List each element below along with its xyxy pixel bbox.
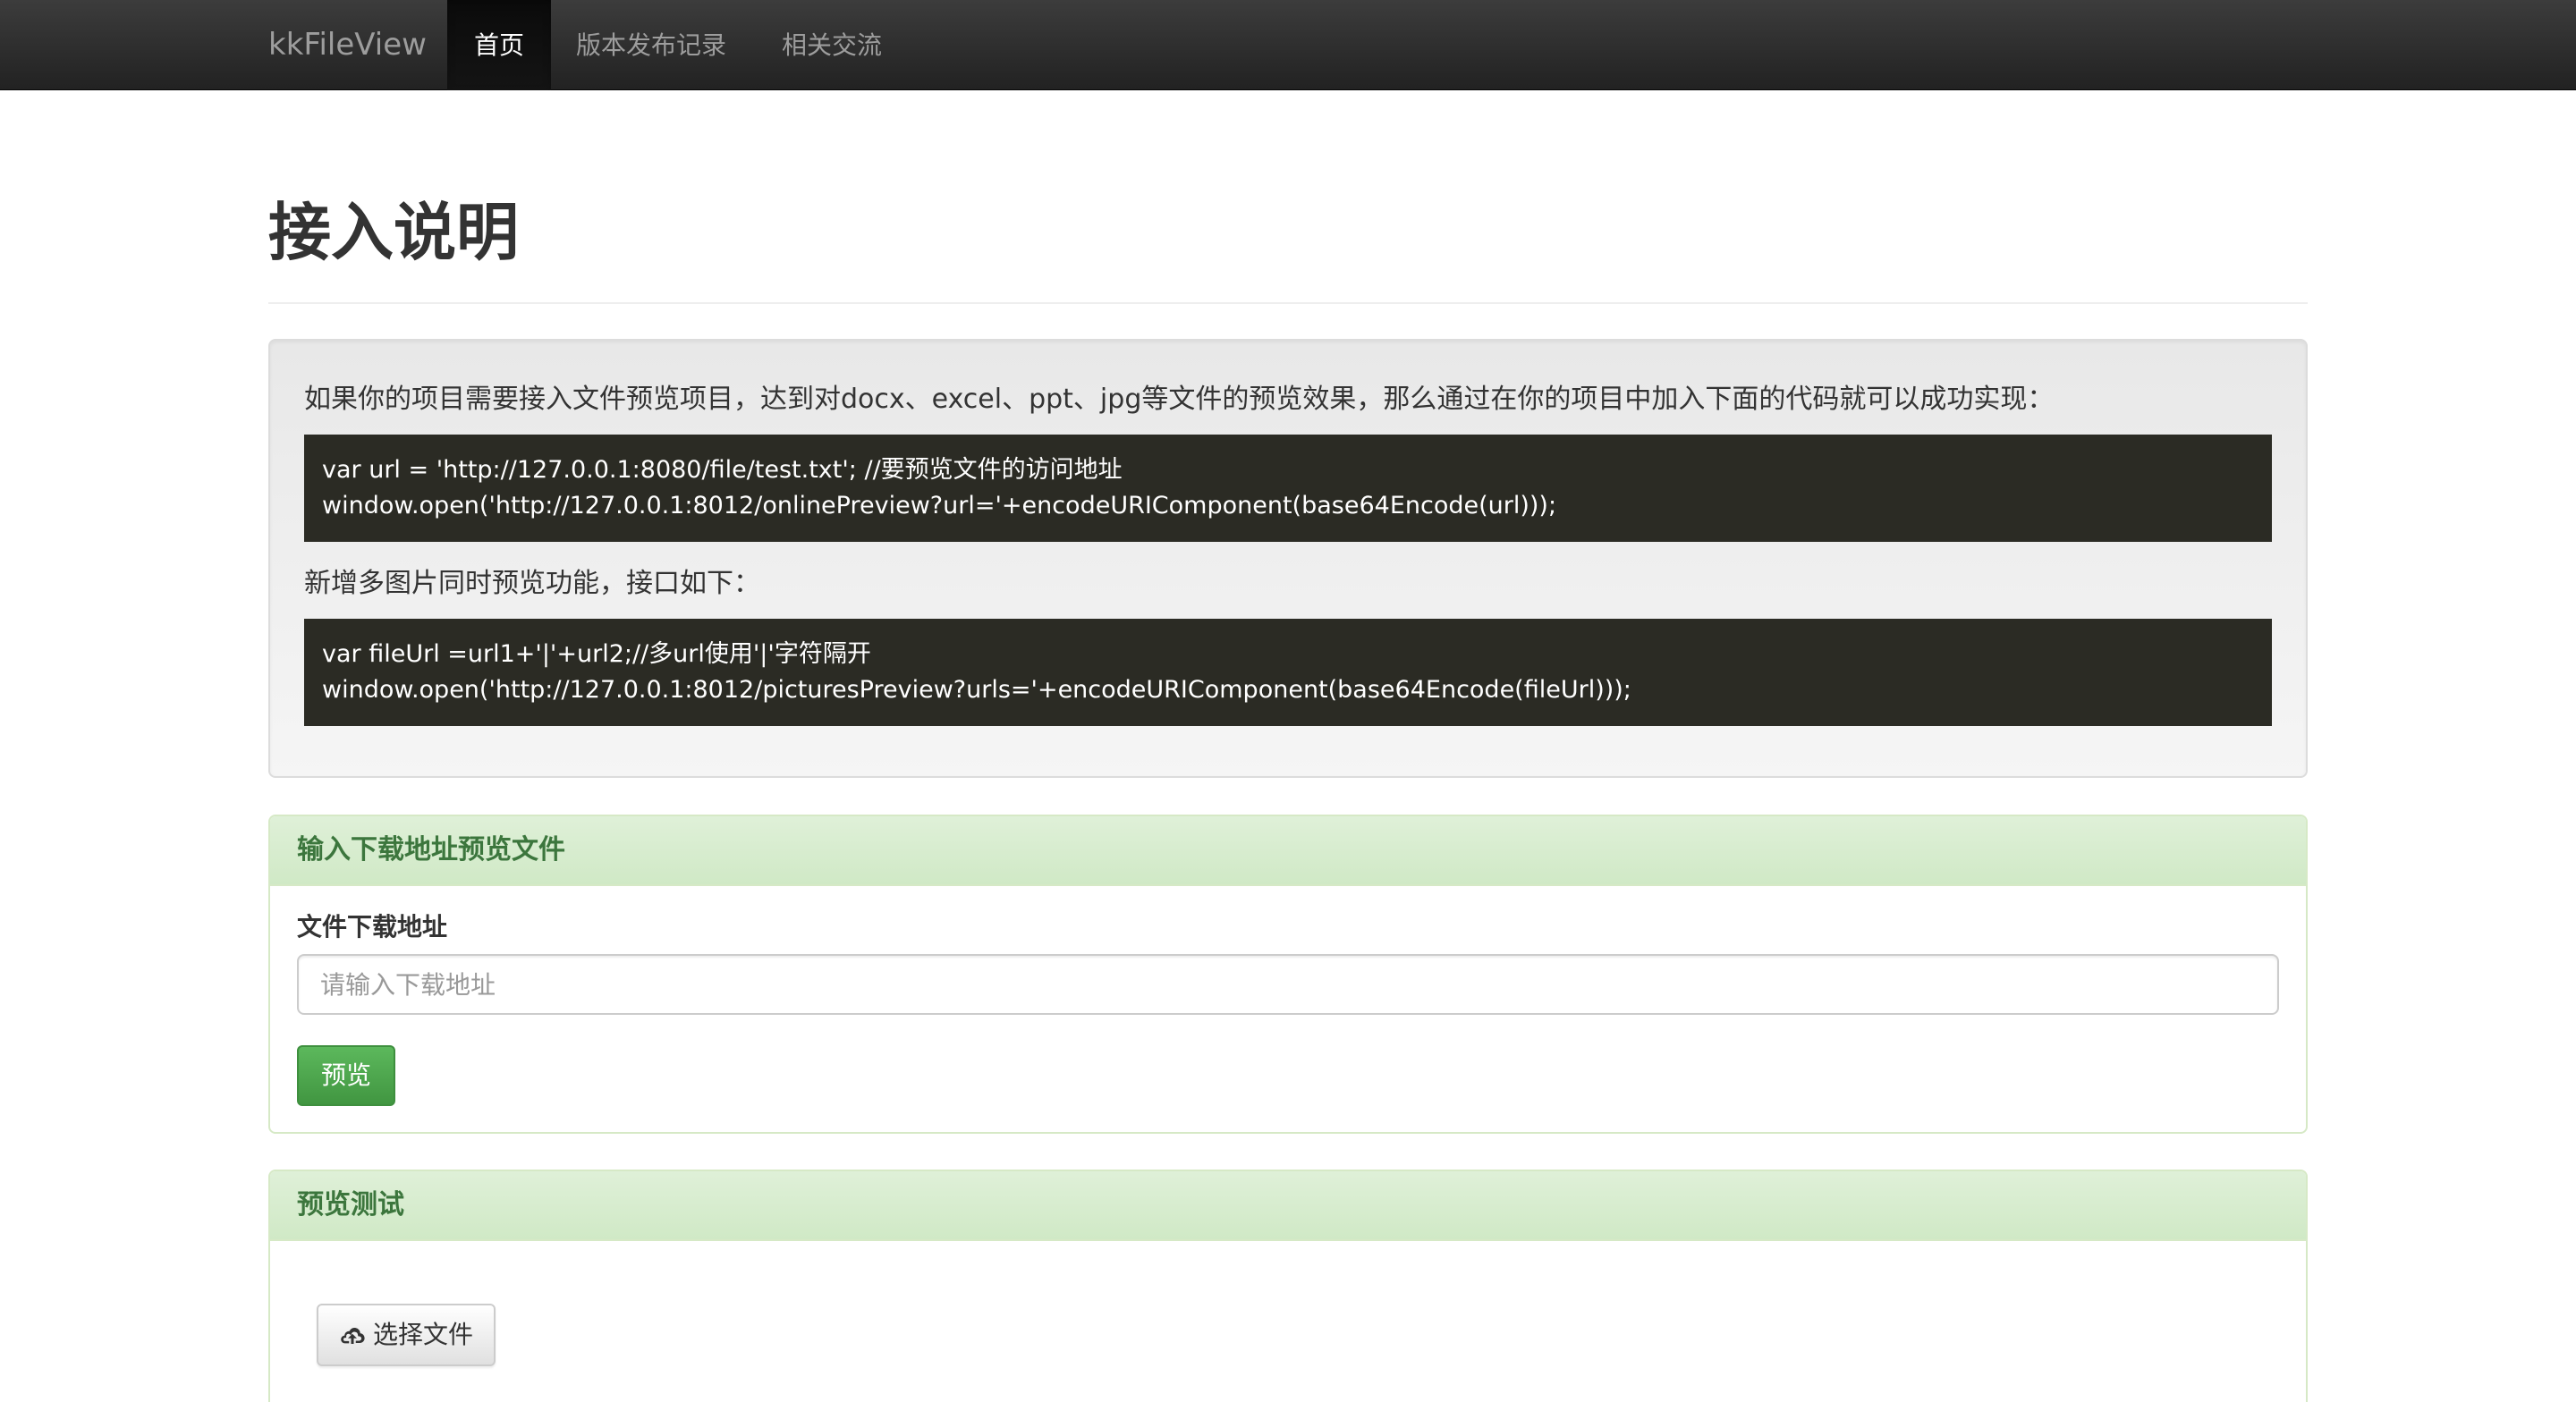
integration-instructions: 如果你的项目需要接入文件预览项目，达到对docx、excel、ppt、jpg等文… [268, 339, 2308, 778]
nav-item-release-notes[interactable]: 版本发布记录 [551, 0, 751, 90]
intro-text: 如果你的项目需要接入文件预览项目，达到对docx、excel、ppt、jpg等文… [304, 384, 2055, 415]
page-title: 接入说明 [268, 196, 519, 269]
brand-logo[interactable]: kkFileView [268, 0, 427, 90]
panel-heading: 输入下载地址预览文件 [270, 816, 2306, 886]
preview-button[interactable]: 预览 [297, 1045, 395, 1106]
panel-heading: 预览测试 [270, 1171, 2306, 1241]
code-line: window.open('http://127.0.0.1:8012/pictu… [322, 676, 1631, 704]
download-url-label: 文件下载地址 [297, 912, 448, 942]
preview-test-panel: 预览测试 选择文件 [268, 1170, 2308, 1402]
download-url-panel: 输入下载地址预览文件 文件下载地址 预览 [268, 815, 2308, 1134]
choose-file-label: 选择文件 [372, 1320, 473, 1349]
code-block-online-preview: var url = 'http://127.0.0.1:8080/file/te… [304, 435, 2272, 542]
download-url-input[interactable] [297, 954, 2279, 1015]
page-header: 接入说明 [268, 188, 2308, 304]
code-line: var fileUrl =url1+'|'+url2;//多url使用'|'字符… [322, 640, 871, 668]
code-block-pictures-preview: var fileUrl =url1+'|'+url2;//多url使用'|'字符… [304, 619, 2272, 726]
code-line: var url = 'http://127.0.0.1:8080/file/te… [322, 456, 1123, 484]
nav-item-community[interactable]: 相关交流 [751, 0, 912, 90]
multi-image-text: 新增多图片同时预览功能，接口如下： [304, 568, 760, 599]
choose-file-button[interactable]: 选择文件 [317, 1304, 496, 1366]
nav-item-home[interactable]: 首页 [447, 0, 551, 90]
top-navbar: kkFileView 首页 版本发布记录 相关交流 [0, 0, 2576, 90]
cloud-upload-icon [341, 1327, 365, 1344]
code-line: window.open('http://127.0.0.1:8012/onlin… [322, 492, 1557, 519]
